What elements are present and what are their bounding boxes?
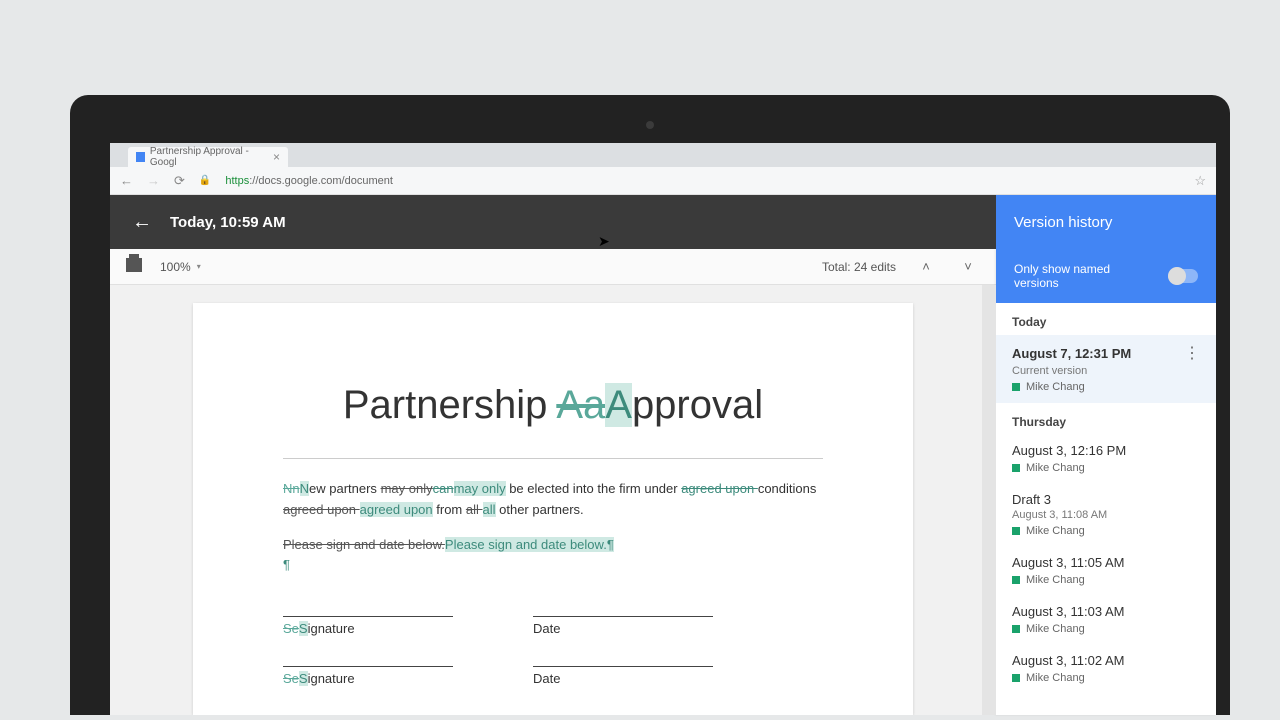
print-icon	[126, 258, 142, 272]
version-timestamp-title: Today, 10:59 AM	[170, 214, 286, 231]
zoom-value: 100%	[160, 260, 191, 274]
version-item[interactable]: August 3, 11:03 AM Mike Chang	[996, 596, 1216, 645]
version-time: August 3, 11:05 AM	[1012, 555, 1200, 570]
version-item[interactable]: August 3, 11:02 AM Mike Chang	[996, 645, 1216, 694]
browser-tab[interactable]: Partnership Approval - Googl ×	[128, 147, 288, 167]
date-block: Date	[533, 616, 713, 636]
user-color-swatch	[1012, 527, 1020, 535]
screen: Partnership Approval - Googl × ← → ⟳ 🔒 h…	[110, 143, 1216, 715]
version-author: Mike Chang	[1012, 381, 1200, 393]
version-item[interactable]: August 7, 12:31 PM ⋮ Current version Mik…	[996, 335, 1216, 403]
title-divider	[283, 458, 823, 459]
user-color-swatch	[1012, 383, 1020, 391]
sidebar-heading: Version history	[996, 195, 1216, 249]
tab-title: Partnership Approval - Googl	[150, 146, 264, 168]
signature-block: SeSignature	[283, 666, 453, 686]
user-color-swatch	[1012, 576, 1020, 584]
version-author: Mike Chang	[1012, 623, 1200, 635]
version-time: August 3, 12:16 PM	[1012, 443, 1200, 458]
named-versions-filter[interactable]: Only show named versions	[996, 249, 1216, 303]
device-bezel: Partnership Approval - Googl × ← → ⟳ 🔒 h…	[70, 95, 1230, 715]
document-title: Partnership AaApproval	[283, 383, 823, 428]
version-author: Mike Chang	[1012, 574, 1200, 586]
version-author: Mike Chang	[1012, 462, 1200, 474]
back-arrow-icon[interactable]: ←	[132, 211, 152, 234]
version-time: August 3, 11:03 AM	[1012, 604, 1200, 619]
version-history-sidebar: Version history Only show named versions…	[996, 249, 1216, 715]
address-bar: ← → ⟳ 🔒 https://docs.google.com/document…	[110, 167, 1216, 195]
url-field[interactable]: https://docs.google.com/document	[225, 175, 1180, 187]
camera-dot	[646, 121, 654, 129]
lock-icon: 🔒	[199, 175, 211, 186]
forward-icon[interactable]: →	[147, 173, 160, 188]
version-subtitle: August 3, 11:08 AM	[1012, 509, 1200, 521]
user-color-swatch	[1012, 674, 1020, 682]
chevron-down-icon: ▾	[197, 262, 201, 271]
version-item[interactable]: Draft 3 August 3, 11:08 AM Mike Chang	[996, 484, 1216, 547]
signature-block: SeSignature	[283, 616, 453, 636]
more-icon[interactable]: ⋮	[1184, 343, 1200, 363]
document-area[interactable]: Partnership AaApproval NnNew partners ma…	[110, 285, 996, 715]
date-block: Date	[533, 666, 713, 686]
version-time: Draft 3	[1012, 492, 1200, 507]
section-thursday: Thursday	[996, 403, 1216, 435]
version-item[interactable]: August 3, 11:05 AM Mike Chang	[996, 547, 1216, 596]
version-subtitle: Current version	[1012, 365, 1200, 377]
mouse-cursor: ➤	[598, 233, 610, 250]
signature-row-1: SeSignature Date	[283, 616, 823, 636]
zoom-dropdown[interactable]: 100% ▾	[160, 260, 201, 274]
version-item[interactable]: August 3, 12:16 PM Mike Chang	[996, 435, 1216, 484]
print-button[interactable]	[126, 258, 142, 275]
next-edit-button[interactable]: ˅	[956, 255, 980, 279]
user-color-swatch	[1012, 464, 1020, 472]
version-time: August 7, 12:31 PM	[1012, 346, 1184, 361]
prev-edit-button[interactable]: ˄	[914, 255, 938, 279]
back-icon[interactable]: ←	[120, 173, 133, 188]
reload-icon[interactable]: ⟳	[174, 173, 185, 189]
document-page: Partnership AaApproval NnNew partners ma…	[193, 303, 913, 715]
user-color-swatch	[1012, 625, 1020, 633]
document-column: 100% ▾ Total: 24 edits ˄ ˅ Partnership A…	[110, 249, 996, 715]
body-paragraph-2: Please sign and date below.Please sign a…	[283, 535, 823, 577]
section-today: Today	[996, 303, 1216, 335]
toggle-switch[interactable]	[1168, 269, 1198, 283]
version-time: August 3, 11:02 AM	[1012, 653, 1200, 668]
doc-toolbar: 100% ▾ Total: 24 edits ˄ ˅	[110, 249, 996, 285]
browser-tab-strip: Partnership Approval - Googl ×	[110, 143, 1216, 167]
content-row: 100% ▾ Total: 24 edits ˄ ˅ Partnership A…	[110, 249, 1216, 715]
body-paragraph-1: NnNew partners may onlycanmay only be el…	[283, 479, 823, 521]
signature-row-2: SeSignature Date	[283, 666, 823, 686]
version-author: Mike Chang	[1012, 672, 1200, 684]
docs-favicon	[136, 152, 145, 162]
bookmark-star-icon[interactable]: ☆	[1194, 173, 1206, 189]
close-icon[interactable]: ×	[273, 150, 280, 164]
total-edits-label: Total: 24 edits	[822, 260, 896, 274]
version-author: Mike Chang	[1012, 525, 1200, 537]
